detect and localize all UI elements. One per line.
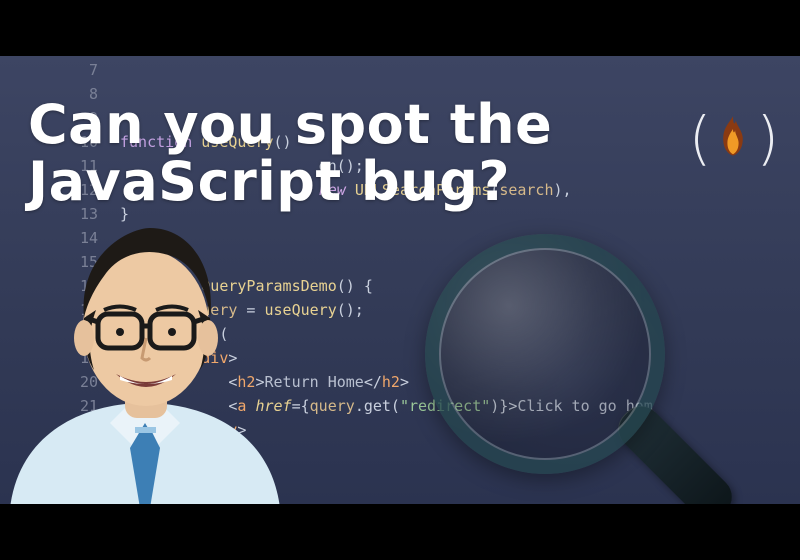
thumbnail-frame: 5export default function Root() { 6 retu… (0, 56, 800, 504)
video-title: Can you spot the JavaScript bug? (28, 96, 660, 210)
video-title-line1: Can you spot the (28, 93, 552, 156)
person-portrait (0, 198, 290, 504)
flame-icon (716, 115, 750, 157)
brand-logo: ( ) (689, 104, 778, 172)
logo-paren-open: ( (689, 104, 711, 172)
magnifier-icon (425, 234, 725, 504)
letterbox-bottom (0, 504, 800, 560)
letterbox-top (0, 0, 800, 56)
logo-paren-close: ) (756, 104, 778, 172)
